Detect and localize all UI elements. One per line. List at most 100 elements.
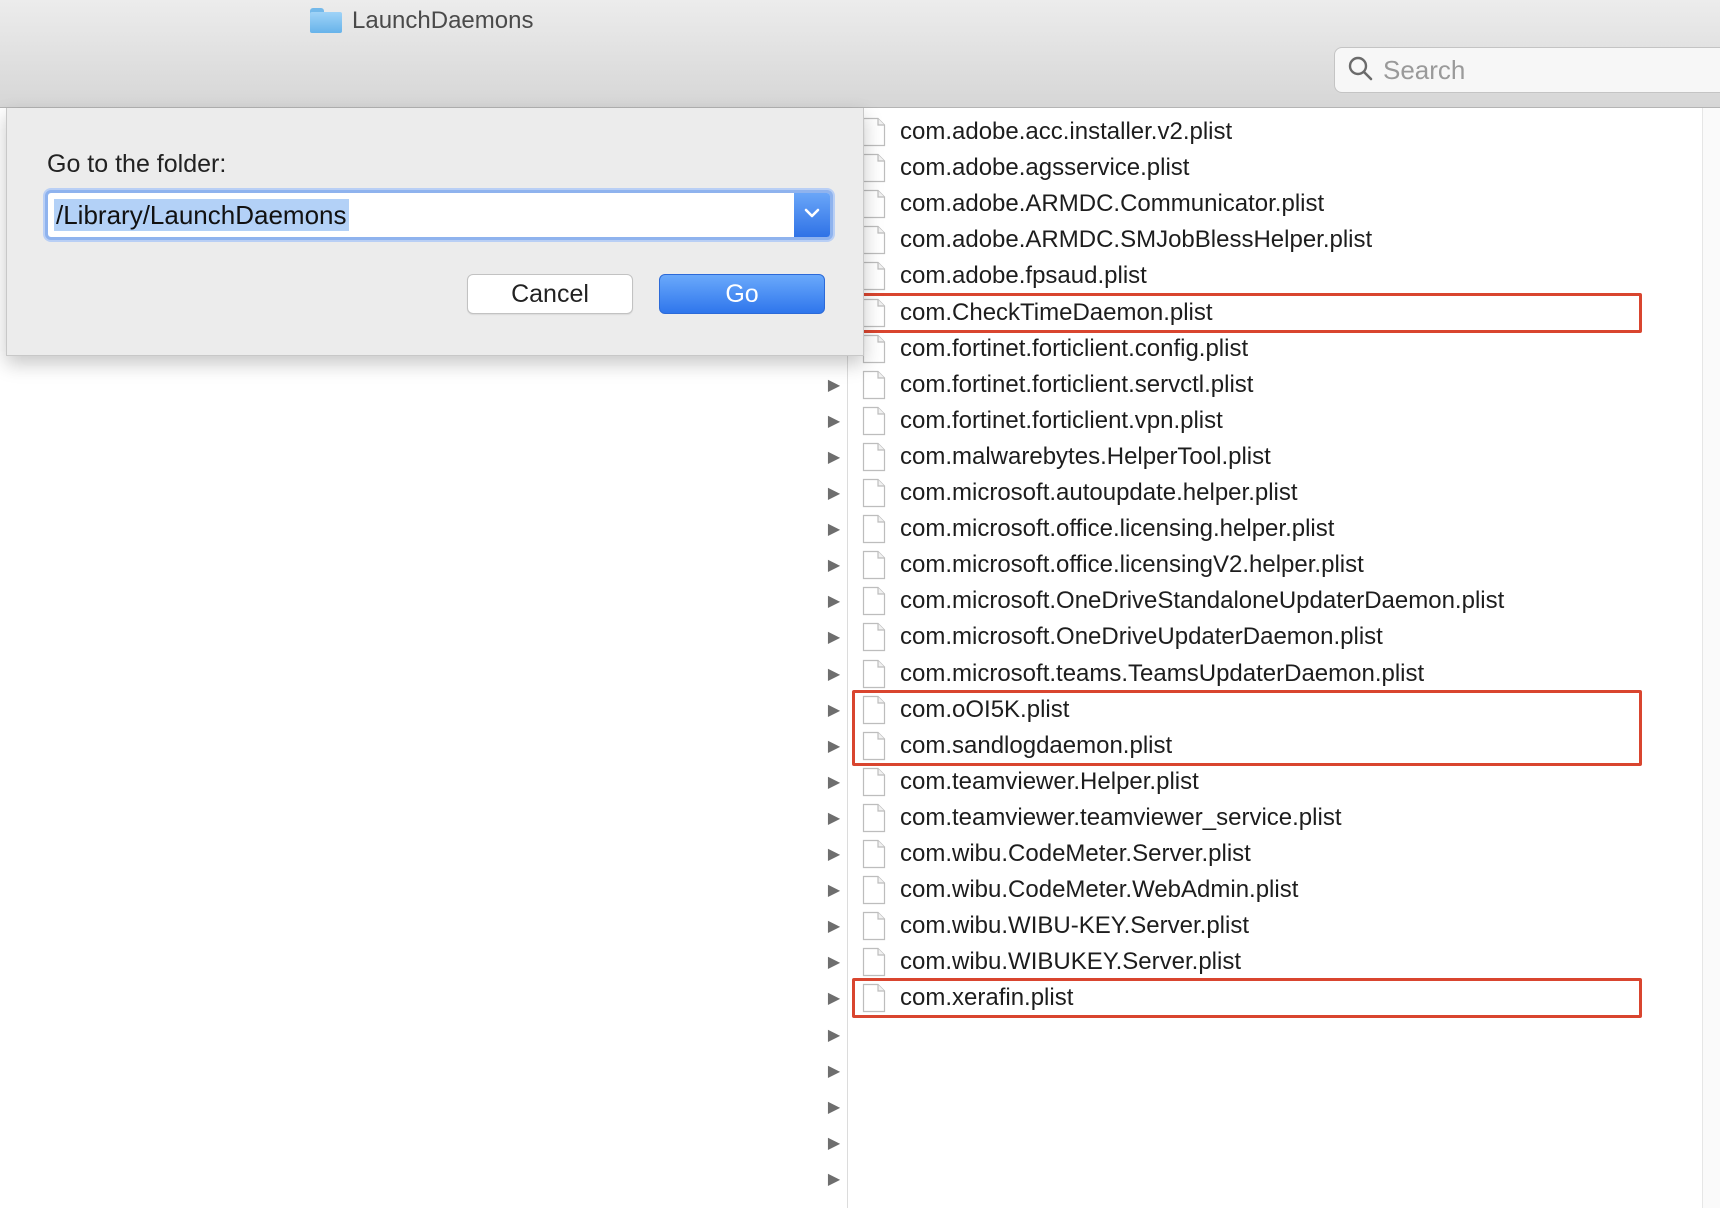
document-icon (862, 334, 886, 364)
file-name: com.teamviewer.Helper.plist (900, 767, 1199, 795)
file-row[interactable]: com.microsoft.office.licensing.helper.pl… (862, 511, 1642, 547)
file-row[interactable]: com.adobe.fpsaud.plist (862, 258, 1642, 294)
document-icon (862, 370, 886, 400)
file-name: com.malwarebytes.HelperTool.plist (900, 442, 1271, 470)
document-icon (862, 550, 886, 580)
document-icon (862, 767, 886, 797)
document-icon (862, 153, 886, 183)
disclosure-triangle-icon[interactable]: ▶ (822, 692, 846, 728)
disclosure-triangle-icon[interactable]: ▶ (822, 944, 846, 980)
file-name: com.fortinet.forticlient.config.plist (900, 334, 1249, 362)
file-name: com.adobe.ARMDC.SMJobBlessHelper.plist (900, 226, 1373, 254)
file-row[interactable]: com.oOI5K.plist (862, 692, 1642, 728)
document-icon (862, 659, 886, 689)
file-row[interactable]: com.sandlogdaemon.plist (862, 728, 1642, 764)
file-row[interactable]: com.microsoft.office.licensingV2.helper.… (862, 547, 1642, 583)
file-row[interactable]: com.microsoft.teams.TeamsUpdaterDaemon.p… (862, 656, 1642, 692)
file-row[interactable]: com.wibu.CodeMeter.Server.plist (862, 836, 1642, 872)
file-row[interactable]: com.xerafin.plist (862, 980, 1642, 1016)
file-name: com.xerafin.plist (900, 984, 1074, 1012)
disclosure-triangle-icon[interactable]: ▶ (822, 908, 846, 944)
file-name: com.adobe.acc.installer.v2.plist (900, 118, 1233, 145)
path-history-dropdown[interactable] (794, 193, 830, 237)
file-row[interactable]: com.fortinet.forticlient.vpn.plist (862, 403, 1642, 439)
document-icon (862, 261, 886, 291)
folder-icon (310, 8, 342, 34)
file-row[interactable]: com.fortinet.forticlient.servctl.plist (862, 367, 1642, 403)
disclosure-triangle-icon[interactable]: ▶ (822, 728, 846, 764)
disclosure-triangle-icon[interactable]: ▶ (822, 1161, 846, 1197)
file-row[interactable]: com.microsoft.OneDriveUpdaterDaemon.plis… (862, 619, 1642, 655)
cancel-button[interactable]: Cancel (467, 274, 633, 314)
document-icon (862, 622, 886, 652)
file-name: com.fortinet.forticlient.servctl.plist (900, 370, 1254, 398)
chevron-down-icon (803, 206, 821, 224)
disclosure-triangle-icon[interactable]: ▶ (822, 511, 846, 547)
search-input[interactable] (1383, 54, 1683, 86)
file-name: com.microsoft.teams.TeamsUpdaterDaemon.p… (900, 659, 1425, 687)
file-row[interactable]: com.malwarebytes.HelperTool.plist (862, 439, 1642, 475)
file-name: com.microsoft.office.licensing.helper.pl… (900, 515, 1335, 543)
disclosure-triangle-icon[interactable]: ▶ (822, 764, 846, 800)
document-icon (862, 731, 886, 761)
document-icon (862, 803, 886, 833)
file-name: com.CheckTimeDaemon.plist (900, 298, 1213, 326)
disclosure-triangle-icon[interactable]: ▶ (822, 836, 846, 872)
file-row[interactable]: com.fortinet.forticlient.config.plist (862, 331, 1642, 367)
disclosure-triangle-icon[interactable]: ▶ (822, 1125, 846, 1161)
disclosure-triangle-icon[interactable]: ▶ (822, 872, 846, 908)
disclosure-triangle-icon[interactable]: ▶ (822, 583, 846, 619)
search-icon (1347, 55, 1373, 86)
file-row[interactable]: com.adobe.ARMDC.Communicator.plist (862, 186, 1642, 222)
file-row[interactable]: com.teamviewer.Helper.plist (862, 764, 1642, 800)
disclosure-triangle-icon[interactable]: ▶ (822, 619, 846, 655)
file-name: com.wibu.CodeMeter.WebAdmin.plist (900, 876, 1299, 904)
disclosure-triangle-icon[interactable]: ▶ (822, 980, 846, 1016)
document-icon (862, 225, 886, 255)
disclosure-triangle-icon[interactable]: ▶ (822, 367, 846, 403)
file-name: com.wibu.CodeMeter.Server.plist (900, 840, 1251, 867)
window-title: LaunchDaemons (310, 6, 533, 36)
file-name: com.wibu.WIBUKEY.Server.plist (900, 948, 1242, 976)
disclosure-triangle-icon[interactable]: ▶ (822, 800, 846, 836)
disclosure-triangle-icon[interactable]: ▶ (822, 1017, 846, 1053)
disclosure-triangle-icon[interactable]: ▶ (822, 547, 846, 583)
file-row[interactable]: com.CheckTimeDaemon.plist (862, 295, 1642, 331)
file-row[interactable]: com.adobe.agsservice.plist (862, 150, 1642, 186)
file-row[interactable]: com.wibu.CodeMeter.WebAdmin.plist (862, 872, 1642, 908)
file-row[interactable]: com.wibu.WIBU-KEY.Server.plist (862, 908, 1642, 944)
dialog-label: Go to the folder: (47, 150, 227, 178)
search-field[interactable] (1334, 47, 1720, 93)
go-button[interactable]: Go (659, 274, 825, 314)
file-name: com.microsoft.office.licensingV2.helper.… (900, 551, 1364, 579)
file-row[interactable]: com.microsoft.autoupdate.helper.plist (862, 475, 1642, 511)
file-name: com.adobe.agsservice.plist (900, 154, 1190, 182)
file-name: com.microsoft.OneDriveStandaloneUpdaterD… (900, 587, 1505, 615)
folder-path-input[interactable]: /Library/LaunchDaemons (54, 199, 349, 231)
disclosure-triangle-icon[interactable]: ▶ (822, 1053, 846, 1089)
folder-path-combobox[interactable]: /Library/LaunchDaemons (45, 190, 833, 240)
file-row[interactable]: com.adobe.ARMDC.SMJobBlessHelper.plist (862, 222, 1642, 258)
disclosure-triangle-icon[interactable]: ▶ (822, 1089, 846, 1125)
scrollbar-track[interactable] (1702, 108, 1720, 1208)
file-row[interactable]: com.microsoft.OneDriveStandaloneUpdaterD… (862, 583, 1642, 619)
file-row[interactable]: com.adobe.acc.installer.v2.plist (862, 114, 1642, 150)
file-name: com.microsoft.autoupdate.helper.plist (900, 479, 1298, 506)
disclosure-triangle-icon[interactable]: ▶ (822, 403, 846, 439)
file-name: com.oOI5K.plist (900, 695, 1070, 723)
document-icon (862, 514, 886, 544)
disclosure-triangle-icon[interactable]: ▶ (822, 1197, 846, 1208)
file-row[interactable]: com.teamviewer.teamviewer_service.plist (862, 800, 1642, 836)
document-icon (862, 695, 886, 725)
document-icon (862, 442, 886, 472)
file-name: com.wibu.WIBU-KEY.Server.plist (900, 912, 1249, 940)
file-name: com.fortinet.forticlient.vpn.plist (900, 406, 1223, 434)
file-name: com.adobe.fpsaud.plist (900, 262, 1147, 290)
disclosure-triangle-icon[interactable]: ▶ (822, 656, 846, 692)
file-name: com.teamviewer.teamviewer_service.plist (900, 803, 1342, 831)
document-icon (862, 189, 886, 219)
disclosure-triangle-icon[interactable]: ▶ (822, 475, 846, 511)
disclosure-triangle-icon[interactable]: ▶ (822, 439, 846, 475)
file-row[interactable]: com.wibu.WIBUKEY.Server.plist (862, 944, 1642, 980)
go-to-folder-dialog: Go to the folder: /Library/LaunchDaemons… (6, 108, 864, 356)
